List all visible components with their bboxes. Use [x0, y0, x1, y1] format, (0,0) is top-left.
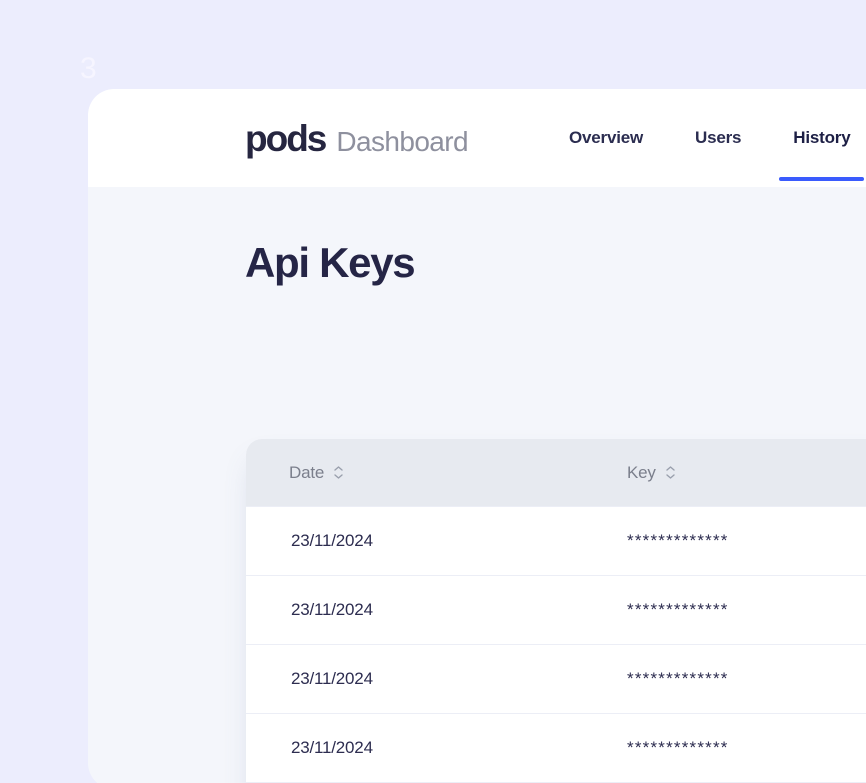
- screen: 3 pods Dashboard Overview Users History: [0, 0, 866, 783]
- top-navigation-bar: pods Dashboard Overview Users History: [88, 89, 866, 187]
- nav-item-history[interactable]: History: [767, 89, 866, 187]
- cell-key: *************: [627, 669, 729, 689]
- cell-key: *************: [627, 738, 729, 758]
- sort-chevrons-icon[interactable]: [665, 466, 676, 479]
- nav-item-users[interactable]: Users: [669, 89, 767, 187]
- cell-key: *************: [627, 531, 729, 551]
- nav-item-overview-label: Overview: [569, 128, 644, 147]
- brand-mark-text: pods: [245, 118, 327, 159]
- page-title: Api Keys: [245, 239, 416, 286]
- cell-date: 23/11/2024: [291, 669, 373, 688]
- cell-key: *************: [627, 600, 729, 620]
- column-header-date-label: Date: [289, 462, 325, 482]
- api-keys-table-card: Date Key 23/11/2024 ************* 23/11/…: [246, 439, 866, 783]
- content-area: Api Keys Date Key 23/11/2024 ***********…: [88, 187, 866, 783]
- table-header-row: Date Key: [246, 439, 866, 506]
- column-header-key-label: Key: [627, 462, 656, 482]
- cell-date: 23/11/2024: [291, 600, 373, 619]
- nav-item-overview[interactable]: Overview: [543, 89, 669, 187]
- cell-date: 23/11/2024: [291, 531, 373, 550]
- table-row[interactable]: 23/11/2024 *************: [246, 644, 866, 713]
- dashboard-window: pods Dashboard Overview Users History Ap…: [88, 89, 866, 783]
- nav-item-history-label: History: [793, 128, 851, 147]
- page-watermark: 3: [80, 52, 97, 85]
- brand-subtitle-text: Dashboard: [336, 126, 468, 157]
- brand-logo[interactable]: pods Dashboard: [245, 118, 469, 159]
- cell-date: 23/11/2024: [291, 738, 373, 757]
- nav-item-users-label: Users: [695, 128, 742, 147]
- main-nav: Overview Users History: [543, 89, 866, 187]
- column-header-date[interactable]: Date: [246, 463, 621, 483]
- table-row[interactable]: 23/11/2024 *************: [246, 506, 866, 575]
- table-row[interactable]: 23/11/2024 *************: [246, 575, 866, 644]
- sort-chevrons-icon[interactable]: [333, 466, 344, 479]
- column-header-key[interactable]: Key: [621, 463, 866, 483]
- table-row[interactable]: 23/11/2024 *************: [246, 713, 866, 782]
